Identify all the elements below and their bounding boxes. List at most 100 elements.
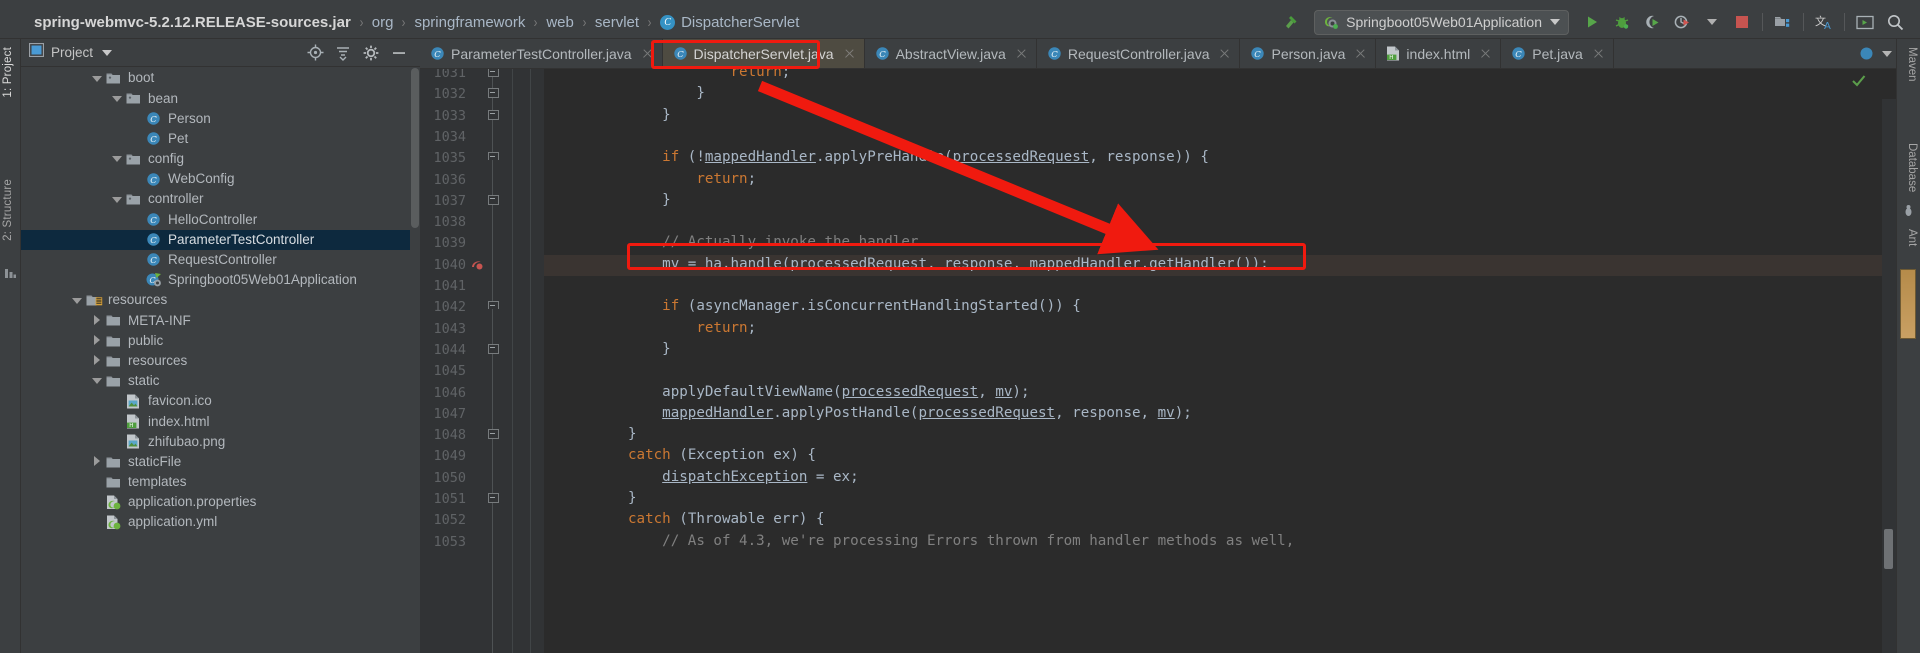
breadcrumb-item-class[interactable]: C DispatcherServlet (660, 14, 799, 31)
chevron-down-icon[interactable] (102, 49, 113, 56)
code-fold-marker[interactable] (486, 151, 499, 164)
chevron-down-icon[interactable] (1882, 50, 1892, 57)
code-line: return; (696, 319, 757, 336)
tree-row[interactable]: public (21, 330, 410, 350)
terminal-button[interactable] (1850, 9, 1880, 35)
tree-row[interactable]: templates (21, 472, 410, 492)
tree-row[interactable]: application.yml (21, 512, 410, 532)
editor-tab[interactable]: C ParameterTestController.java (420, 39, 663, 68)
tree-twisty-closed[interactable] (91, 334, 104, 347)
code-fold-marker[interactable] (486, 300, 499, 313)
tab-more-icon[interactable] (1859, 46, 1874, 61)
editor-tab[interactable]: C AbstractView.java (865, 39, 1037, 68)
tree-row[interactable]: C Springboot05Web01Application (21, 270, 410, 290)
close-icon[interactable] (1218, 47, 1231, 60)
code-fold-marker[interactable] (486, 492, 499, 505)
hide-icon[interactable] (386, 41, 412, 65)
breadcrumb-item-web[interactable]: web (546, 14, 574, 31)
editor-tab-label: ParameterTestController.java (451, 45, 632, 62)
tree-row[interactable]: application.properties (21, 492, 410, 512)
code-fold-marker[interactable] (486, 194, 499, 207)
scrollbar-thumb[interactable] (1884, 529, 1893, 569)
collapse-all-icon[interactable] (330, 41, 356, 65)
close-icon[interactable] (843, 47, 856, 60)
editor-tab[interactable]: C RequestController.java (1037, 39, 1241, 68)
code-editor[interactable]: 1031 1032 1033 1034 1035 1036 1037 1038 1039 1040… (420, 69, 1896, 653)
code-text-area[interactable]: return; } } if (!mappedHandler.applyPreH… (544, 69, 1896, 653)
tree-row[interactable]: favicon.ico (21, 391, 410, 411)
tree-row[interactable]: C ParameterTestController (21, 229, 410, 250)
locate-icon[interactable] (302, 41, 328, 65)
tree-row[interactable]: C Person (21, 108, 410, 128)
tree-row[interactable]: Hindex.html (21, 411, 410, 431)
close-icon[interactable] (1354, 47, 1367, 60)
close-icon[interactable] (1479, 47, 1492, 60)
code-fold-marker[interactable] (486, 343, 499, 356)
run-with-coverage-button[interactable] (1637, 9, 1667, 35)
tree-row[interactable]: META-INF (21, 310, 410, 330)
profiler-button[interactable] (1667, 9, 1697, 35)
tree-twisty-closed[interactable] (91, 354, 104, 367)
tool-window-database[interactable]: Database (1906, 143, 1918, 192)
tree-row[interactable]: config (21, 149, 410, 169)
build-project-button[interactable] (1274, 9, 1308, 35)
breadcrumb-item-servlet[interactable]: servlet (595, 14, 639, 31)
tree-row[interactable]: C HelloController (21, 209, 410, 229)
tool-window-project[interactable]: 1: Project (2, 47, 14, 98)
run-configuration-selector[interactable]: Springboot05Web01Application (1314, 9, 1569, 35)
editor-gutter[interactable]: 1031 1032 1033 1034 1035 1036 1037 1038 1039 1040… (420, 69, 544, 653)
tree-row[interactable]: C WebConfig (21, 169, 410, 189)
code-fold-marker[interactable] (486, 428, 499, 441)
breadcrumb-item-org[interactable]: org (372, 14, 394, 31)
tree-twisty-open[interactable] (111, 92, 124, 105)
close-icon[interactable] (1015, 47, 1028, 60)
tree-row[interactable]: C Pet (21, 129, 410, 149)
tool-window-maven[interactable]: Maven (1906, 47, 1918, 82)
error-stripe-gutter[interactable] (1882, 99, 1896, 653)
code-fold-marker[interactable] (486, 87, 499, 100)
debug-button[interactable] (1607, 9, 1637, 35)
editor-tab[interactable]: C DispatcherServlet.java (662, 39, 865, 68)
stop-button[interactable] (1727, 9, 1757, 35)
close-icon[interactable] (1592, 47, 1605, 60)
gutter-divider (530, 69, 531, 653)
tree-row[interactable]: zhifubao.png (21, 431, 410, 451)
tree-twisty-open[interactable] (111, 193, 124, 206)
code-fold-marker[interactable] (486, 69, 499, 79)
breadcrumb-item-springframework[interactable]: springframework (414, 14, 525, 31)
settings-gear-icon[interactable] (358, 41, 384, 65)
project-tree-scrollbar[interactable] (411, 68, 419, 228)
search-everywhere-button[interactable] (1880, 9, 1910, 35)
profiler-dropdown[interactable] (1697, 9, 1727, 35)
tree-twisty-open[interactable] (91, 374, 104, 387)
tree-row[interactable]: boot (21, 68, 410, 88)
editor-tab[interactable]: Hindex.html (1376, 39, 1502, 68)
code-fold-marker[interactable] (486, 109, 499, 122)
bookmark-marker-icon[interactable] (470, 258, 484, 272)
breadcrumb-item-jar[interactable]: spring-webmvc-5.2.12.RELEASE-sources.jar (34, 14, 351, 31)
tree-row[interactable]: resources (21, 351, 410, 371)
project-tree[interactable]: boot bean C Person C Pet config C WebConfig contr… (21, 68, 410, 653)
editor-tab[interactable]: C Pet.java (1501, 39, 1614, 68)
tree-row[interactable]: static (21, 371, 410, 391)
close-icon[interactable] (641, 47, 654, 60)
tree-twisty-open[interactable] (71, 294, 84, 307)
tool-window-structure[interactable]: 2: Structure (2, 179, 14, 241)
tree-row[interactable]: staticFile (21, 452, 410, 472)
tool-window-ant[interactable]: Ant (1906, 229, 1918, 246)
run-button[interactable] (1577, 9, 1607, 35)
tree-twisty-closed[interactable] (91, 314, 104, 327)
tree-row[interactable]: controller (21, 189, 410, 209)
project-structure-button[interactable] (1768, 9, 1798, 35)
editor-tab[interactable]: C Person.java (1240, 39, 1377, 68)
favorites-icon[interactable] (4, 267, 17, 280)
tree-twisty-open[interactable] (111, 152, 124, 165)
svg-text:C: C (1051, 50, 1058, 60)
tree-twisty-open[interactable] (91, 72, 104, 85)
inspection-ok-icon[interactable] (1851, 73, 1866, 93)
tree-row[interactable]: C RequestController (21, 250, 410, 270)
tree-row[interactable]: resources (21, 290, 410, 310)
tree-row[interactable]: bean (21, 88, 410, 108)
tree-twisty-closed[interactable] (91, 455, 104, 468)
translate-button[interactable]: 文A (1809, 9, 1839, 35)
